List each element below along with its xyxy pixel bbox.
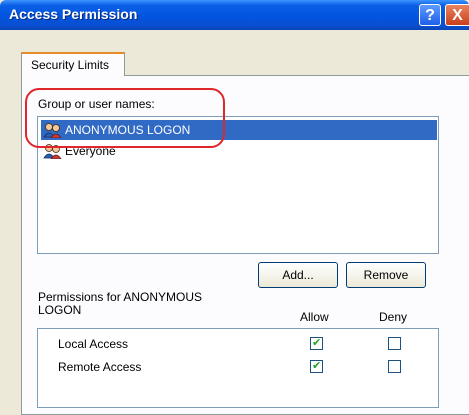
close-button[interactable]: X xyxy=(445,4,469,26)
tab-label: Security Limits xyxy=(31,58,110,72)
window-title: Access Permission xyxy=(9,6,138,22)
annotation-highlight xyxy=(25,88,225,148)
help-icon: ? xyxy=(425,7,435,24)
close-icon: X xyxy=(452,7,463,24)
local-access-allow-checkbox[interactable] xyxy=(310,336,323,350)
column-header-deny: Deny xyxy=(379,310,408,324)
local-access-deny-checkbox[interactable] xyxy=(388,337,401,350)
permissions-table: Local Access Remote Access xyxy=(37,328,439,408)
permission-label-local-access: Local Access xyxy=(58,337,129,351)
permission-label-remote-access: Remote Access xyxy=(58,360,142,374)
title-bar[interactable]: Access Permission ? X xyxy=(0,0,469,30)
add-button[interactable]: Add... xyxy=(258,262,338,288)
permissions-label: Permissions for ANONYMOUS LOGON xyxy=(38,290,203,317)
remote-access-allow-checkbox[interactable] xyxy=(310,359,323,373)
remote-access-deny-checkbox[interactable] xyxy=(388,360,401,373)
remove-button[interactable]: Remove xyxy=(346,262,426,288)
tab-security-limits[interactable]: Security Limits xyxy=(21,52,125,76)
column-header-allow: Allow xyxy=(300,310,329,324)
help-button[interactable]: ? xyxy=(419,4,441,26)
